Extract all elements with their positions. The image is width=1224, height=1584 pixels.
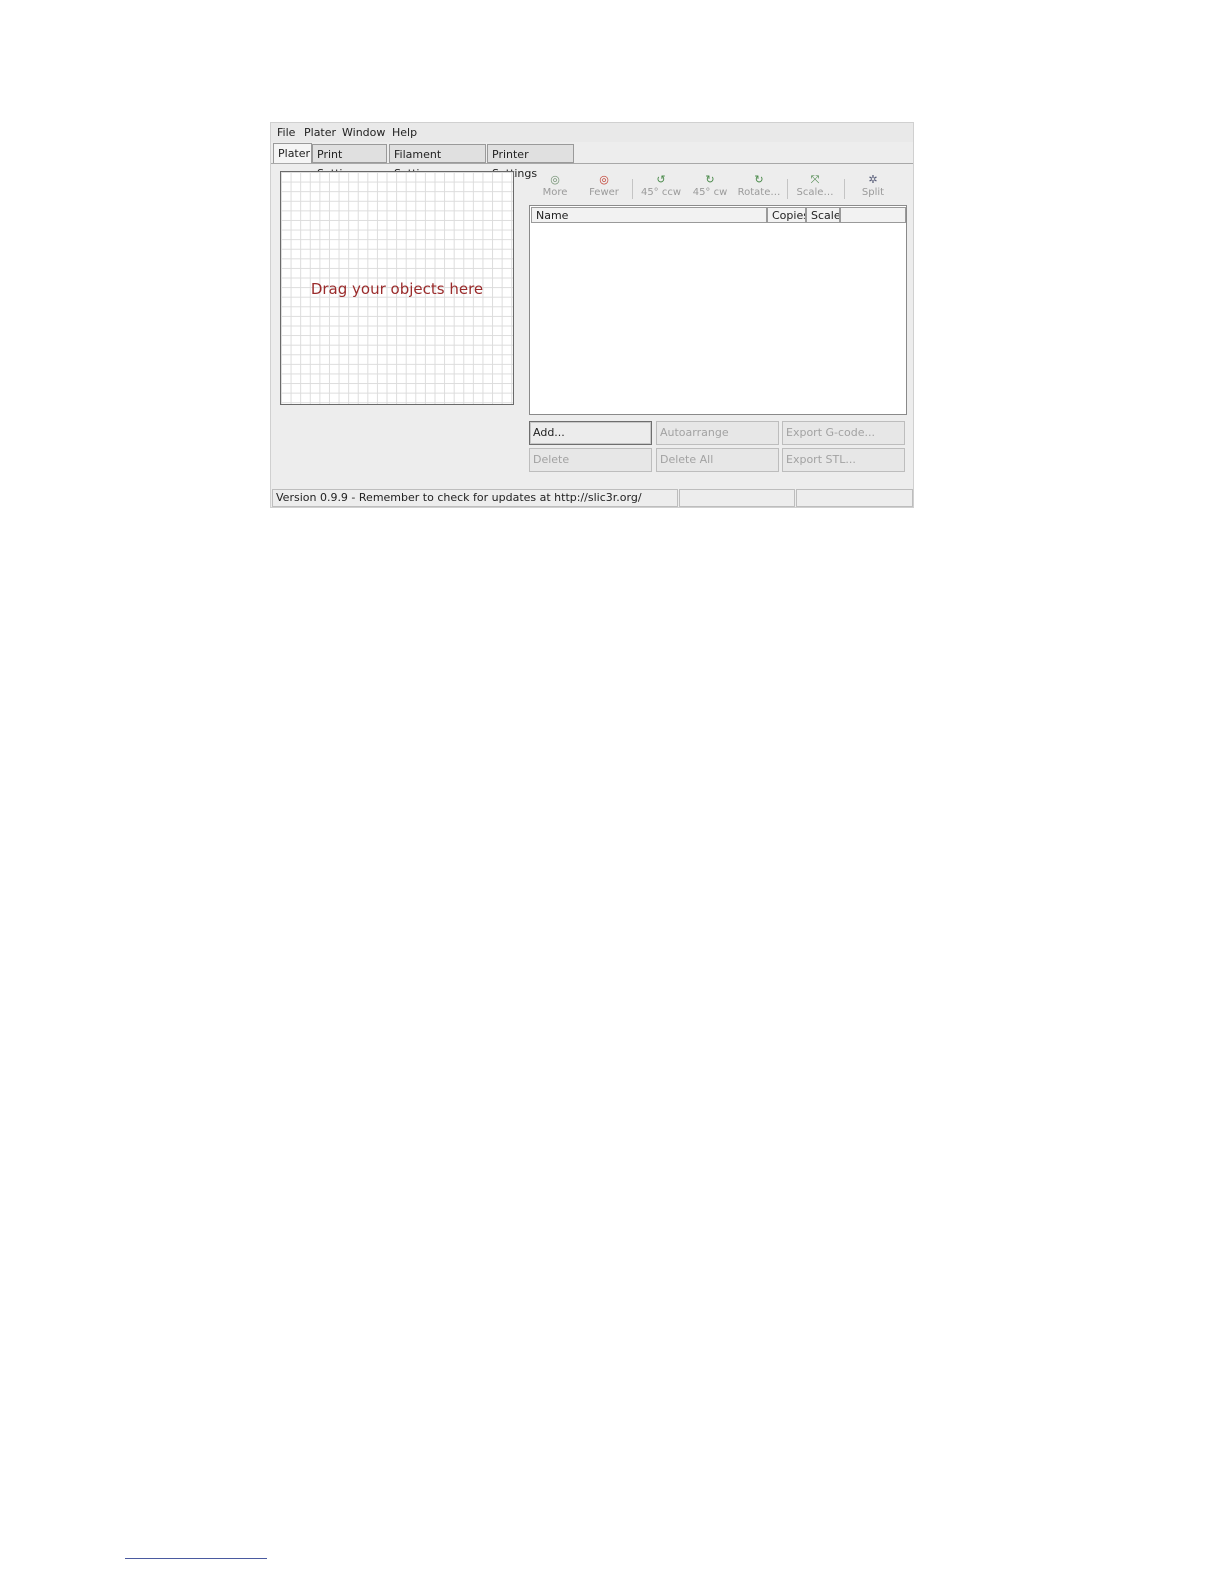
rotate-cw-button[interactable]: ↻ 45° cw bbox=[687, 173, 733, 203]
object-list-header: Name Copies Scale bbox=[531, 207, 906, 223]
menu-bar: File Plater Window Help bbox=[271, 123, 913, 142]
status-field-3 bbox=[796, 489, 913, 507]
status-field-2 bbox=[679, 489, 795, 507]
export-gcode-button[interactable]: Export G-code... bbox=[782, 421, 905, 445]
footnote-rule bbox=[125, 1558, 267, 1559]
rotate-cw-icon: ↻ bbox=[705, 173, 715, 186]
menu-window[interactable]: Window bbox=[342, 126, 385, 139]
plater-toolbar: ◎ More ◎ Fewer ↺ 45° ccw ↻ 45° cw ↻ Rota… bbox=[530, 173, 907, 203]
more-button[interactable]: ◎ More bbox=[532, 173, 578, 203]
delete-all-button[interactable]: Delete All bbox=[656, 448, 779, 472]
more-icon: ◎ bbox=[550, 173, 560, 186]
tab-filament-settings[interactable]: Filament Settings bbox=[389, 144, 486, 180]
column-copies[interactable]: Copies bbox=[767, 207, 806, 223]
toolbar-separator bbox=[632, 179, 633, 199]
status-message: Version 0.9.9 - Remember to check for up… bbox=[272, 489, 678, 507]
menu-help[interactable]: Help bbox=[392, 126, 417, 139]
column-name[interactable]: Name bbox=[531, 207, 767, 223]
tab-printer-settings[interactable]: Printer Settings bbox=[487, 144, 574, 180]
tab-divider bbox=[271, 163, 913, 164]
export-stl-button[interactable]: Export STL... bbox=[782, 448, 905, 472]
toolbar-separator bbox=[787, 179, 788, 199]
fewer-icon: ◎ bbox=[599, 173, 609, 186]
slic3r-window: File Plater Window Help Plater Print Set… bbox=[270, 122, 914, 508]
rotate-ccw-button[interactable]: ↺ 45° ccw bbox=[638, 173, 684, 203]
toolbar-separator bbox=[844, 179, 845, 199]
drag-hint: Drag your objects here bbox=[310, 280, 484, 298]
column-scale[interactable]: Scale bbox=[806, 207, 840, 223]
plater-canvas[interactable]: Drag your objects here bbox=[280, 171, 514, 405]
fewer-label: Fewer bbox=[589, 187, 619, 198]
menu-plater[interactable]: Plater bbox=[304, 126, 336, 139]
menu-file[interactable]: File bbox=[277, 126, 295, 139]
rotate-ccw-icon: ↺ bbox=[656, 173, 666, 186]
rotate-button[interactable]: ↻ Rotate… bbox=[736, 173, 782, 203]
scale-button[interactable]: ⤧ Scale… bbox=[792, 173, 838, 203]
status-bar: Version 0.9.9 - Remember to check for up… bbox=[271, 489, 913, 507]
split-label: Split bbox=[861, 187, 885, 198]
rotate-icon: ↻ bbox=[754, 173, 764, 186]
add-button[interactable]: Add... bbox=[529, 421, 652, 445]
rotate-ccw-label: 45° ccw bbox=[640, 187, 682, 198]
tab-print-settings[interactable]: Print Settings bbox=[312, 144, 387, 180]
split-icon: ✲ bbox=[868, 173, 878, 186]
tab-plater[interactable]: Plater bbox=[273, 143, 312, 164]
more-label: More bbox=[542, 187, 568, 198]
scale-label: Scale… bbox=[796, 187, 834, 198]
object-list[interactable]: Name Copies Scale bbox=[529, 205, 907, 415]
fewer-button[interactable]: ◎ Fewer bbox=[581, 173, 627, 203]
autoarrange-button[interactable]: Autoarrange bbox=[656, 421, 779, 445]
tab-bar: Plater Print Settings Filament Settings … bbox=[271, 143, 913, 180]
delete-button[interactable]: Delete bbox=[529, 448, 652, 472]
scale-icon: ⤧ bbox=[810, 173, 820, 186]
rotate-cw-label: 45° cw bbox=[692, 187, 728, 198]
rotate-label: Rotate… bbox=[737, 187, 781, 198]
column-empty bbox=[840, 207, 906, 223]
split-button[interactable]: ✲ Split bbox=[850, 173, 896, 203]
